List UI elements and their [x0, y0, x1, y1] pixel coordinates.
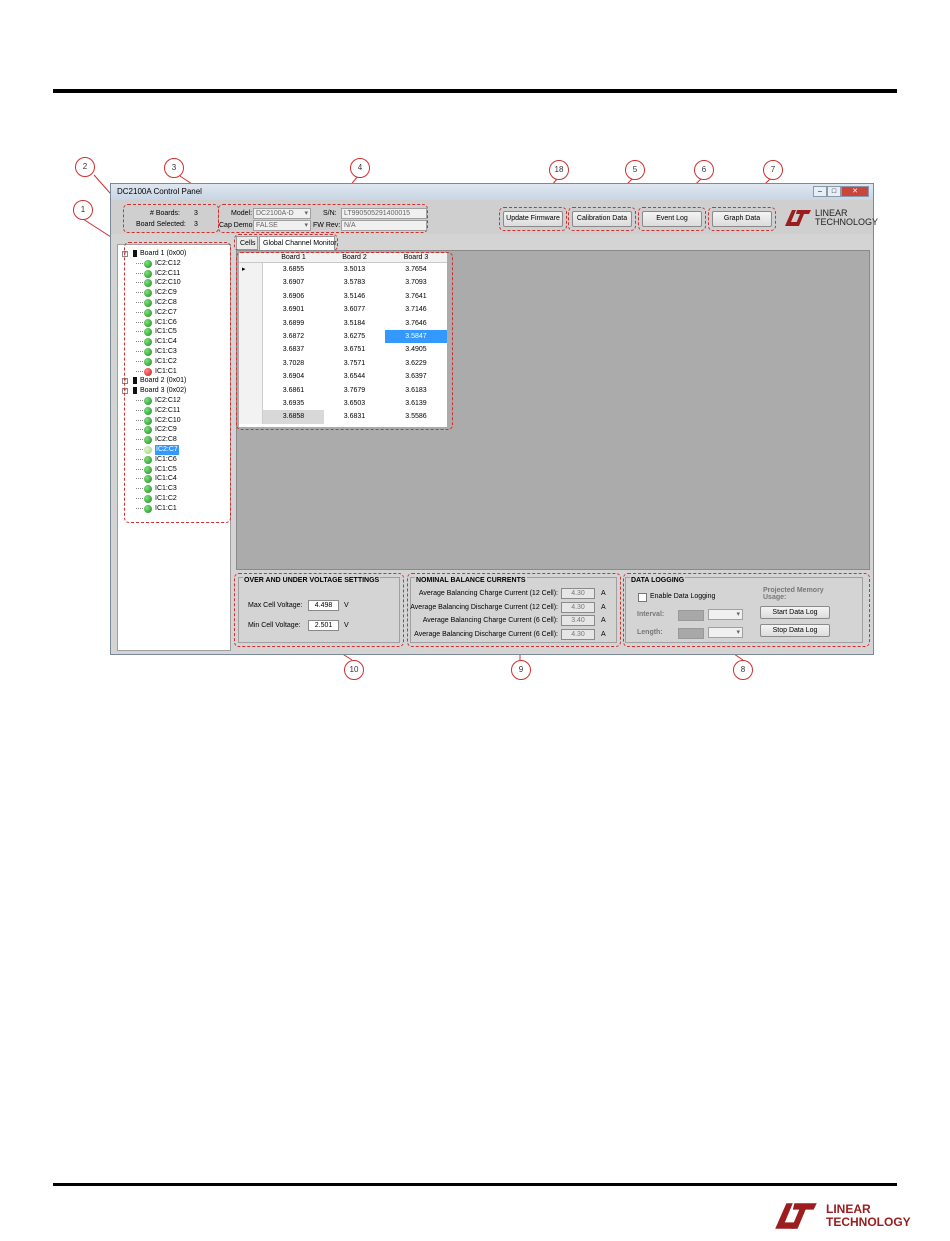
callout-9: 9 [511, 660, 531, 680]
balance-currents-group: NOMINAL BALANCE CURRENTS Average Balanci… [410, 577, 617, 643]
callout-4: 4 [350, 158, 370, 178]
tree-highlight [124, 242, 231, 523]
sn-label: S/N: [323, 210, 337, 217]
sn-value: LT990505291400015 [344, 210, 411, 217]
length-value-field[interactable] [678, 628, 704, 639]
start-data-log-button[interactable]: Start Data Log [760, 606, 830, 619]
chevron-down-icon: ▾ [304, 222, 308, 229]
callout-7: 7 [763, 160, 783, 180]
bottom-rule [53, 1183, 897, 1186]
interval-value-field[interactable] [678, 610, 704, 621]
update-firmware-box: Update Firmware [499, 207, 567, 231]
boards-value: 3 [194, 210, 198, 217]
calibration-data-box: Calibration Data [568, 207, 636, 231]
footer-logo-text: LINEAR TECHNOLOGY [826, 1202, 911, 1229]
callout-3: 3 [164, 158, 184, 178]
fw-rev-value: N/A [344, 222, 356, 229]
fw-rev-label: FW Rev: [313, 222, 341, 229]
graph-data-box: Graph Data [708, 207, 776, 231]
balance-current-field[interactable]: 3.40 [561, 615, 595, 626]
event-log-button[interactable]: Event Log [642, 211, 702, 227]
data-logging-group: DATA LOGGING Enable Data Logging Project… [625, 577, 863, 643]
lt-logo-icon [775, 1203, 817, 1229]
callout-10: 10 [344, 660, 364, 680]
max-cell-voltage-unit: V [344, 602, 349, 609]
balance-current-label: Average Balancing Charge Current (6 Cell… [422, 617, 558, 624]
cap-demo-label: Cap Demo: [219, 222, 255, 229]
control-panel-window: DC2100A Control Panel – □ ✕ # Boards: 3 … [110, 183, 879, 655]
stop-data-log-button[interactable]: Stop Data Log [760, 624, 830, 637]
footer-linear-logo: LINEAR TECHNOLOGY [770, 1199, 911, 1233]
callout-18: 18 [549, 160, 569, 180]
calibration-data-button[interactable]: Calibration Data [572, 211, 632, 227]
callout-6: 6 [694, 160, 714, 180]
callout-5: 5 [625, 160, 645, 180]
enable-data-logging-label: Enable Data Logging [650, 593, 716, 600]
balance-current-label: Average Balancing Charge Current (12 Cel… [418, 590, 558, 597]
interval-label: Interval: [637, 611, 665, 618]
voltage-settings-group: OVER AND UNDER VOLTAGE SETTINGS Max Cell… [238, 577, 400, 643]
boards-label: # Boards: [150, 210, 180, 217]
model-value: DC2100A-D [256, 210, 294, 217]
cap-demo-select[interactable]: FALSE ▾ [253, 220, 311, 231]
chevron-down-icon: ▾ [304, 210, 308, 217]
model-select[interactable]: DC2100A-D ▾ [253, 208, 311, 219]
grid-highlight [236, 252, 453, 430]
board-selected-label: Board Selected: [136, 221, 186, 228]
min-cell-voltage-label: Min Cell Voltage: [248, 622, 301, 629]
balance-current-unit: A [601, 630, 606, 638]
data-logging-title: DATA LOGGING [630, 577, 686, 584]
callout-8: 8 [733, 660, 753, 680]
window-title: DC2100A Control Panel [117, 187, 202, 196]
balance-current-unit: A [601, 590, 606, 597]
callout-2: 2 [75, 157, 95, 177]
max-cell-voltage-input[interactable]: 4.498 [308, 600, 339, 611]
toolbar: # Boards: 3 Board Selected: 3 Model: DC2… [111, 200, 879, 234]
length-unit-select[interactable]: ▾ [708, 627, 743, 638]
balance-currents-title: NOMINAL BALANCE CURRENTS [415, 577, 527, 584]
balance-current-label: Average Balancing Discharge Current (12 … [410, 603, 558, 611]
length-label: Length: [637, 629, 663, 636]
sn-field: LT990505291400015 [341, 208, 427, 219]
maximize-button[interactable]: □ [827, 186, 841, 197]
update-firmware-button[interactable]: Update Firmware [503, 211, 563, 227]
enable-data-logging-checkbox[interactable] [638, 593, 647, 602]
callout-1: 1 [73, 200, 93, 220]
tabs-highlight [234, 234, 338, 251]
close-button[interactable]: ✕ [841, 186, 869, 197]
linear-logo-text: LINEAR TECHNOLOGY [815, 208, 879, 227]
boards-info-box: # Boards: 3 Board Selected: 3 [123, 204, 219, 233]
event-log-box: Event Log [638, 207, 706, 231]
fw-rev-field: N/A [341, 220, 427, 231]
graph-data-button[interactable]: Graph Data [712, 211, 772, 227]
balance-current-field[interactable]: 4.30 [561, 628, 595, 640]
lt-logo-icon [785, 210, 811, 226]
chevron-down-icon: ▾ [736, 611, 740, 618]
balance-current-field[interactable]: 4.30 [561, 588, 595, 599]
linear-logo: LINEAR TECHNOLOGY [783, 207, 879, 229]
board-info-box: Model: DC2100A-D ▾ Cap Demo: FALSE ▾ S/N… [218, 204, 428, 233]
model-label: Model: [231, 210, 253, 217]
balance-current-unit: A [601, 603, 606, 611]
chevron-down-icon: ▾ [736, 629, 740, 636]
cap-demo-value: FALSE [256, 222, 278, 229]
max-cell-voltage-label: Max Cell Voltage: [248, 602, 303, 609]
projected-memory-label: Projected Memory Usage: [763, 587, 824, 601]
minimize-button[interactable]: – [813, 186, 827, 197]
balance-current-unit: A [601, 617, 606, 624]
balance-current-field[interactable]: 4.30 [561, 601, 595, 613]
min-cell-voltage-unit: V [344, 622, 349, 629]
title-bar: DC2100A Control Panel – □ ✕ [111, 184, 873, 200]
min-cell-voltage-input[interactable]: 2.501 [308, 620, 339, 631]
balance-current-label: Average Balancing Discharge Current (6 C… [414, 630, 558, 638]
voltage-settings-title: OVER AND UNDER VOLTAGE SETTINGS [243, 577, 381, 584]
interval-unit-select[interactable]: ▾ [708, 609, 743, 620]
board-selected-value: 3 [194, 221, 198, 228]
